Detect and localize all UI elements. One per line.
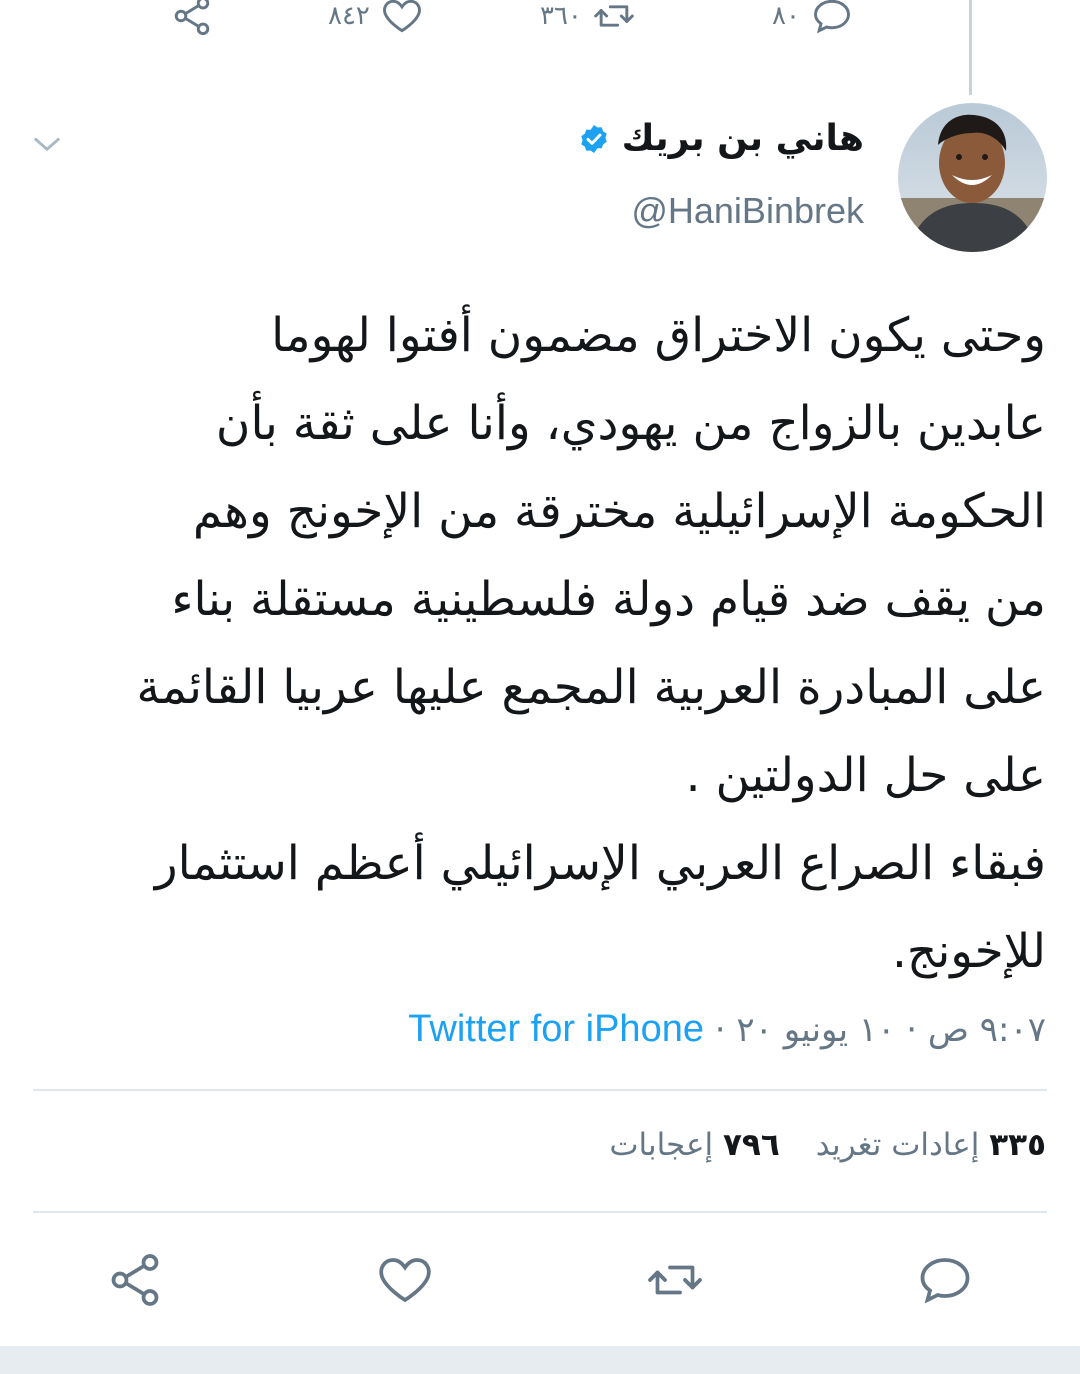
share-button[interactable] [105, 1250, 165, 1310]
likes-count: ٧٩٦ [723, 1127, 780, 1163]
likes-label: إعجابات [609, 1127, 714, 1163]
reply-button[interactable] [915, 1250, 975, 1310]
display-name[interactable]: هاني بن بريك [622, 118, 864, 159]
retweet-icon [594, 5, 634, 27]
tweet-line: فبقاء الصراع العربي الإسرائيلي أعظم استث… [154, 836, 1046, 891]
share-icon [111, 1254, 159, 1306]
retweet-button-top[interactable]: ٣٦٠ [530, 0, 636, 38]
retweet-count-top: ٣٦٠ [540, 1, 582, 31]
like-button-top[interactable]: ٨٤٢ [318, 0, 424, 38]
tweet-line: وحتى يكون الاختراق مضمون أفتوا لهوما [271, 308, 1046, 363]
avatar-image [898, 103, 1047, 252]
meta-separator: · [703, 1010, 737, 1050]
reply-icon [920, 1258, 970, 1304]
retweet-button[interactable] [645, 1250, 705, 1310]
share-icon [174, 0, 210, 36]
previous-tweet-actions: ٨٤٢ ٣٦٠ ٨٠ [0, 0, 1080, 40]
reply-count-top: ٨٠ [772, 1, 800, 31]
chevron-down-icon[interactable] [30, 128, 64, 162]
tweet-timestamp[interactable]: ٩:٠٧ ص · ١٠ يونيو ٢٠ [736, 1010, 1046, 1050]
reply-button-top[interactable]: ٨٠ [762, 0, 854, 38]
like-count-top: ٨٤٢ [328, 1, 370, 31]
reply-icon [813, 0, 850, 34]
tweet-line: عابدين بالزواج من يهودي، وأنا على ثقة بأ… [215, 396, 1046, 451]
thread-connector-line [969, 0, 972, 95]
like-button[interactable] [375, 1250, 435, 1310]
tweet-line: للإخونج. [891, 924, 1046, 979]
verified-badge-icon [580, 124, 607, 153]
tweet-text: وحتى يكون الاختراق مضمون أفتوا لهوما عاب… [46, 292, 1046, 996]
heart-icon [383, 0, 421, 33]
heart-icon [379, 1258, 431, 1303]
divider [33, 1211, 1047, 1213]
divider [33, 1089, 1047, 1091]
retweet-icon [648, 1265, 702, 1295]
tweet-meta: ٩:٠٧ ص · ١٠ يونيو ٢٠ · Twitter for iPhon… [408, 1008, 1046, 1051]
author-name-row[interactable]: هاني بن بريك [578, 118, 864, 159]
tweet-line: على حل الدولتين . [685, 748, 1046, 803]
tweet-stats: ٣٣٥ إعادات تغريد ٧٩٦ إعجابات [609, 1127, 1046, 1163]
likes-stat[interactable]: ٧٩٦ إعجابات [609, 1127, 779, 1163]
tweet-line: على المبادرة العربية المجمع عليها عربيا … [136, 660, 1046, 715]
retweets-count: ٣٣٥ [989, 1127, 1046, 1163]
retweets-stat[interactable]: ٣٣٥ إعادات تغريد [816, 1127, 1046, 1163]
tweet-line: الحكومة الإسرائيلية مخترقة من الإخونج وه… [192, 484, 1046, 539]
author-handle[interactable]: @HaniBinbrek [631, 190, 864, 232]
share-button-top[interactable] [170, 0, 214, 38]
tweet-line: من يقف ضد قيام دولة فلسطينية مستقلة بناء [171, 572, 1046, 627]
section-separator [0, 1346, 1080, 1374]
retweets-label: إعادات تغريد [815, 1127, 980, 1163]
tweet-source-link[interactable]: Twitter for iPhone [408, 1008, 704, 1050]
avatar[interactable] [898, 103, 1047, 252]
